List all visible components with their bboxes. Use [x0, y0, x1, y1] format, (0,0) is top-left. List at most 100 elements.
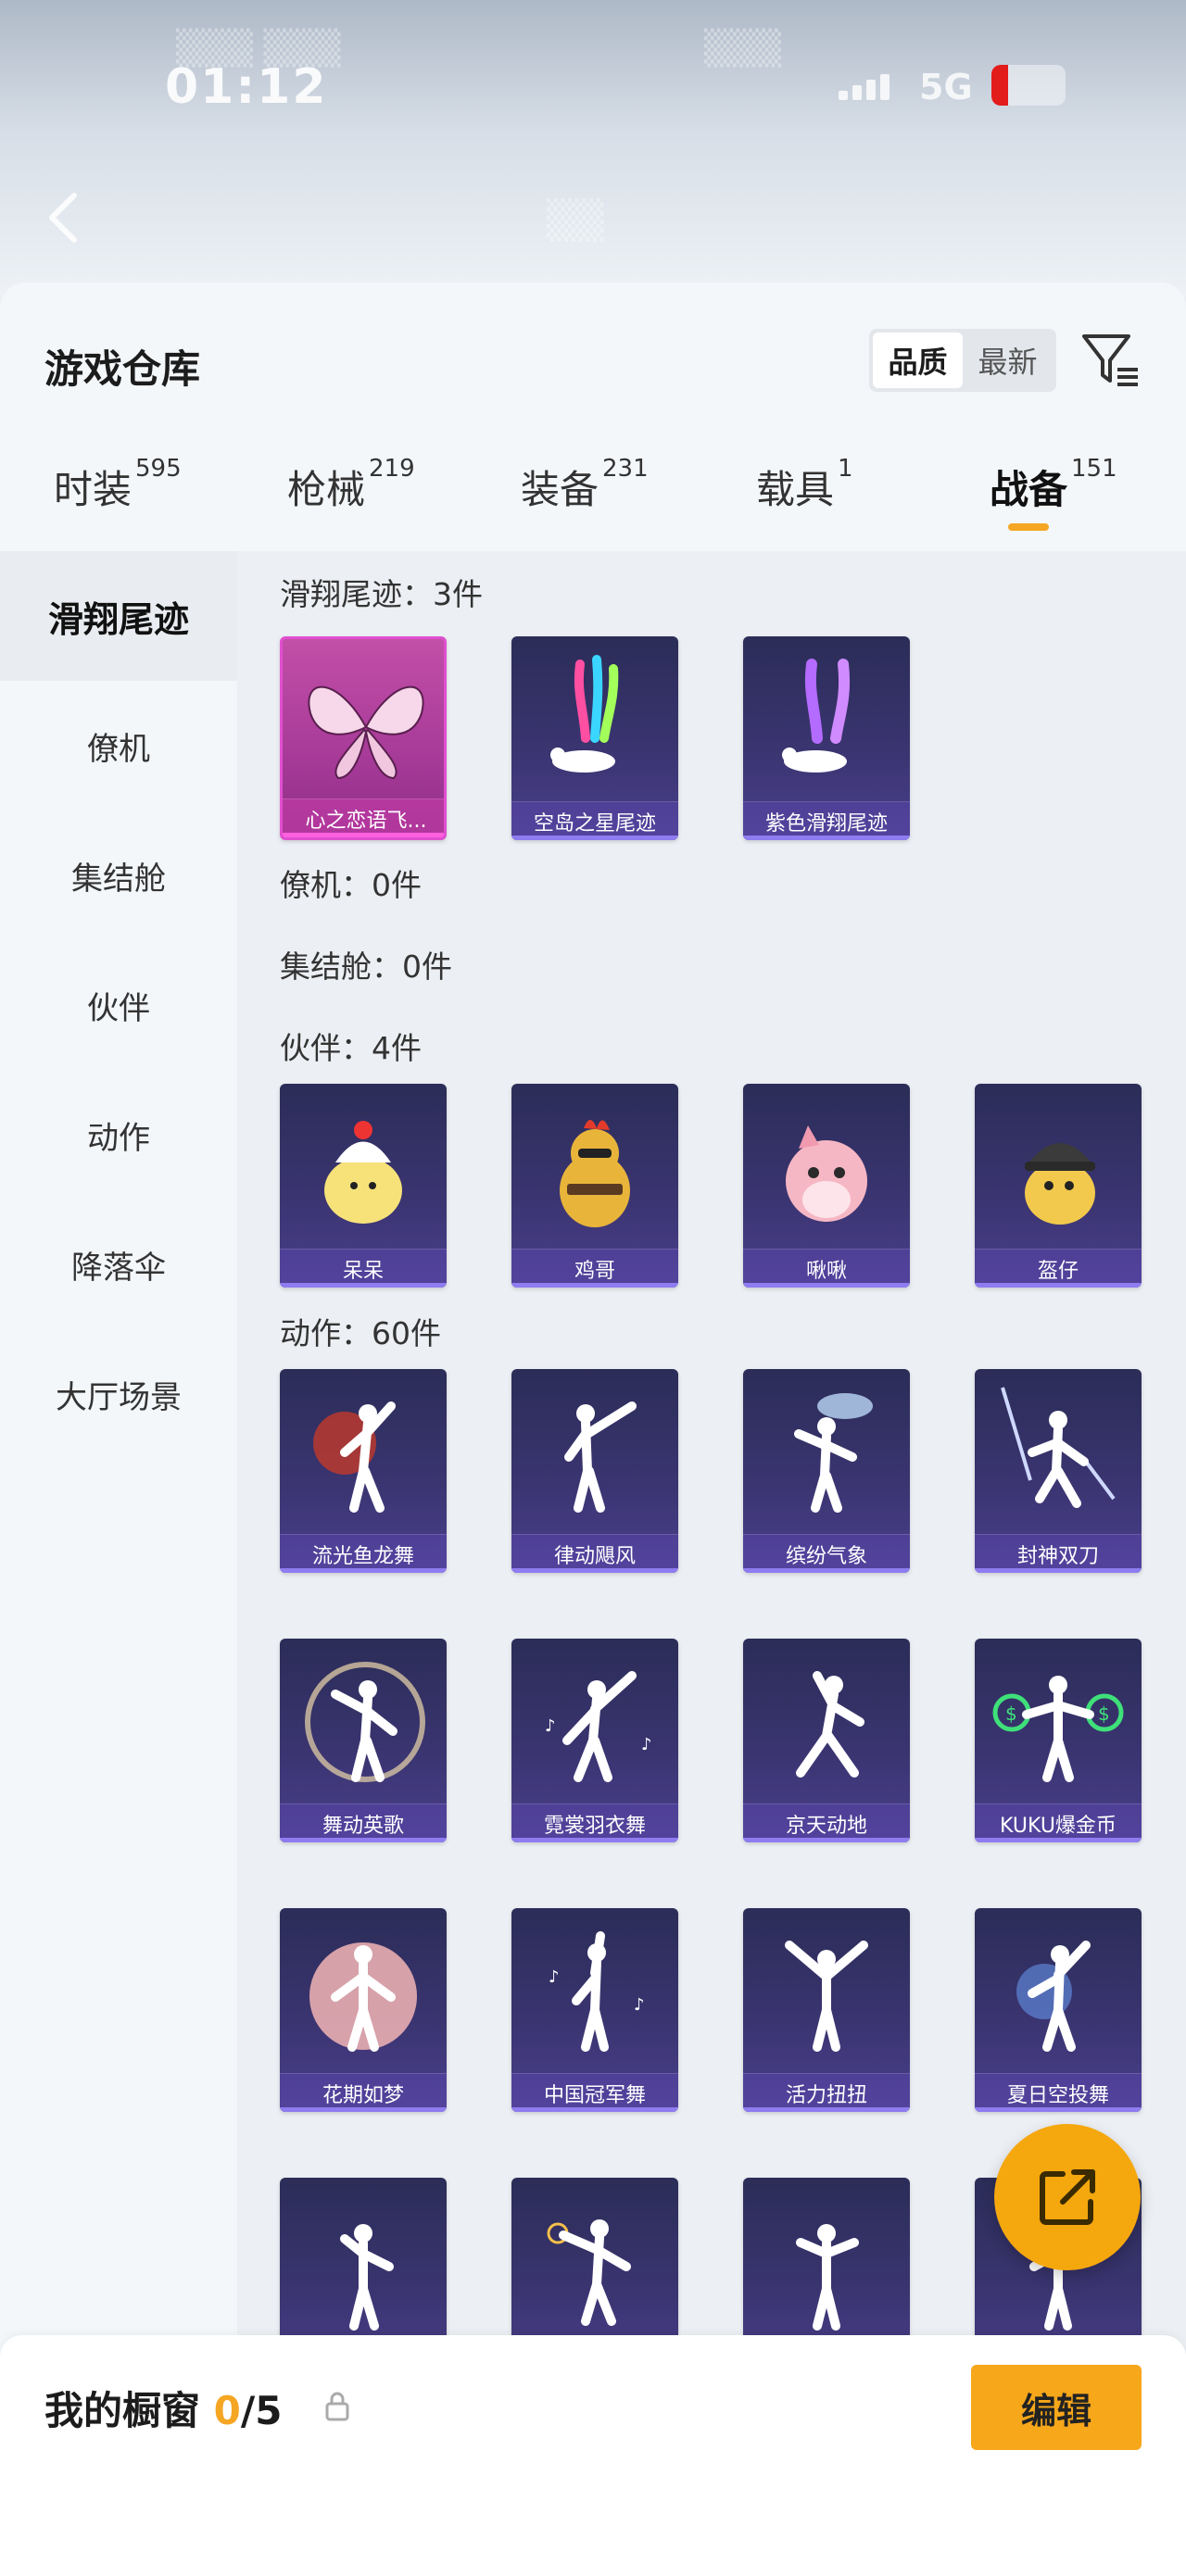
sidebar-item-glide-trail[interactable]: 滑翔尾迹 — [0, 551, 237, 681]
item-card[interactable]: 夏日空投舞 — [975, 1908, 1142, 2112]
signal-icon — [839, 72, 903, 100]
rainbow-trail-icon — [511, 636, 678, 803]
item-name: 封神双刀 — [975, 1534, 1142, 1573]
item-card[interactable]: $ $ KUKU爆金币 — [975, 1639, 1142, 1842]
item-grid-area: 滑翔尾迹：3件 心之恋语飞... 空岛之星尾迹 紫色滑翔尾迹 僚机：0件 集结舱… — [237, 551, 1186, 2576]
dancer-icon — [280, 1639, 447, 1805]
showcase-label: 我的橱窗 0/5 — [44, 2380, 282, 2436]
item-card[interactable]: 鸡哥 — [511, 1084, 678, 1288]
dancer-icon — [743, 1908, 910, 2075]
tab-fashion[interactable]: 时装 595 — [54, 455, 182, 551]
share-icon — [1040, 2169, 1095, 2225]
svg-text:♪: ♪ — [545, 1716, 556, 1736]
item-card[interactable]: 缤纷气象 — [743, 1369, 910, 1573]
section-title-emote: 动作：60件 — [280, 1315, 441, 1351]
section-title-partner: 伙伴：4件 — [280, 1030, 422, 1066]
item-name: 紫色滑翔尾迹 — [743, 801, 910, 840]
sidebar-item-partner[interactable]: 伙伴 — [0, 940, 237, 1070]
battery-icon — [991, 65, 1066, 106]
dancer-icon — [975, 1369, 1142, 1536]
rooster-icon — [511, 1084, 678, 1250]
item-name: 心之恋语飞... — [283, 798, 444, 837]
tab-equipment[interactable]: 装备 231 — [521, 455, 649, 551]
status-bar: ▒▒▒ ▒▒▒ ▒▒▒ 01:12 5G ▒▒ — [0, 0, 1186, 296]
sort-toggle[interactable]: 品质 最新 — [869, 329, 1056, 392]
sort-quality-button[interactable]: 品质 — [873, 333, 963, 388]
item-card[interactable]: 啾啾 — [743, 1084, 910, 1288]
item-card[interactable]: 花期如梦 — [280, 1908, 447, 2112]
sidebar-item-pod[interactable]: 集结舱 — [0, 810, 237, 940]
item-name: 中国冠军舞 — [511, 2073, 678, 2112]
item-card[interactable]: ♪ ♪ 中国冠军舞 — [511, 1908, 678, 2112]
sparkle-dancer-icon — [975, 1908, 1142, 2075]
dancer-icon — [280, 2178, 447, 2344]
share-button[interactable] — [994, 2124, 1141, 2270]
tab-weapons[interactable]: 枪械 219 — [287, 455, 415, 551]
item-name: 舞动英歌 — [280, 1803, 447, 1842]
showcase-current: 0 — [213, 2388, 241, 2433]
tab-label: 装备 — [521, 467, 599, 512]
item-card[interactable]: 舞动英歌 — [280, 1639, 447, 1842]
svg-text:♪: ♪ — [549, 1967, 560, 1987]
svg-text:$: $ — [1098, 1703, 1110, 1725]
item-name: 夏日空投舞 — [975, 2073, 1142, 2112]
blurred-tab: ▒▒ — [547, 199, 604, 242]
item-name: 呆呆 — [280, 1249, 447, 1288]
item-card[interactable]: 封神双刀 — [975, 1369, 1142, 1573]
sidebar-item-wingman[interactable]: 僚机 — [0, 681, 237, 810]
sidebar-item-lobby-scene[interactable]: 大厅场景 — [0, 1329, 237, 1459]
showcase-total: /5 — [240, 2388, 283, 2433]
network-label: 5G — [919, 67, 973, 107]
dancer-icon — [743, 2178, 910, 2344]
item-name: 霓裳羽衣舞 — [511, 1803, 678, 1842]
item-card[interactable]: 紫色滑翔尾迹 — [743, 636, 910, 840]
clock: 01:12 — [165, 59, 328, 115]
item-card[interactable]: 律动飓风 — [511, 1369, 678, 1573]
item-card[interactable]: 流光鱼龙舞 — [280, 1369, 447, 1573]
item-card[interactable]: 活力扭扭 — [743, 1908, 910, 2112]
header: 游戏仓库 品质 最新 时装 595 枪械 219 装备 231 载具 1 战备 … — [0, 283, 1186, 551]
edit-button[interactable]: 编辑 — [971, 2365, 1142, 2450]
item-card[interactable]: 空岛之星尾迹 — [511, 636, 678, 840]
tab-count: 1 — [838, 455, 853, 483]
svg-text:$: $ — [1005, 1703, 1017, 1725]
back-arrow-icon[interactable] — [44, 190, 82, 245]
item-name: KUKU爆金币 — [975, 1803, 1142, 1842]
tab-label: 载具 — [756, 467, 835, 512]
active-tab-indicator — [1008, 523, 1049, 531]
item-name: 京天动地 — [743, 1803, 910, 1842]
tab-count: 219 — [369, 455, 415, 483]
flower-dancer-icon — [280, 1908, 447, 2075]
sidebar-item-parachute[interactable]: 降落伞 — [0, 1200, 237, 1329]
filter-icon[interactable] — [1080, 331, 1142, 390]
tab-vehicles[interactable]: 载具 1 — [756, 455, 853, 551]
pink-bird-icon — [743, 1084, 910, 1250]
item-name: 鸡哥 — [511, 1249, 678, 1288]
item-card[interactable]: 盔仔 — [975, 1084, 1142, 1288]
tab-label: 枪械 — [287, 467, 366, 512]
section-title-pod: 集结舱：0件 — [280, 949, 452, 985]
section-title-glide: 滑翔尾迹：3件 — [280, 576, 483, 612]
showcase-bar: 我的橱窗 0/5 编辑 — [0, 2335, 1186, 2576]
showcase-title: 我的橱窗 — [44, 2388, 214, 2433]
item-card[interactable]: 心之恋语飞... — [280, 636, 447, 840]
butterfly-icon — [283, 639, 444, 806]
item-name: 缤纷气象 — [743, 1534, 910, 1573]
sort-newest-button[interactable]: 最新 — [963, 333, 1053, 388]
purple-trail-icon — [743, 636, 910, 803]
item-card[interactable]: 呆呆 — [280, 1084, 447, 1288]
sidebar: 滑翔尾迹 僚机 集结舱 伙伴 动作 降落伞 大厅场景 — [0, 551, 237, 2576]
lock-icon — [324, 2391, 350, 2422]
dancer-icon — [743, 1369, 910, 1536]
tab-battle-prep[interactable]: 战备 151 — [990, 455, 1117, 551]
tab-count: 231 — [602, 455, 649, 483]
svg-text:♪: ♪ — [634, 1995, 645, 2015]
sidebar-item-emote[interactable]: 动作 — [0, 1070, 237, 1200]
item-card[interactable]: ♪ ♪ 霓裳羽衣舞 — [511, 1639, 678, 1842]
category-tabs: 时装 595 枪械 219 装备 231 载具 1 战备 151 — [0, 455, 1186, 551]
tab-label: 时装 — [54, 467, 132, 512]
item-name: 花期如梦 — [280, 2073, 447, 2112]
dancer-icon — [511, 1369, 678, 1536]
item-card[interactable]: 京天动地 — [743, 1639, 910, 1842]
tab-count: 151 — [1071, 455, 1117, 483]
